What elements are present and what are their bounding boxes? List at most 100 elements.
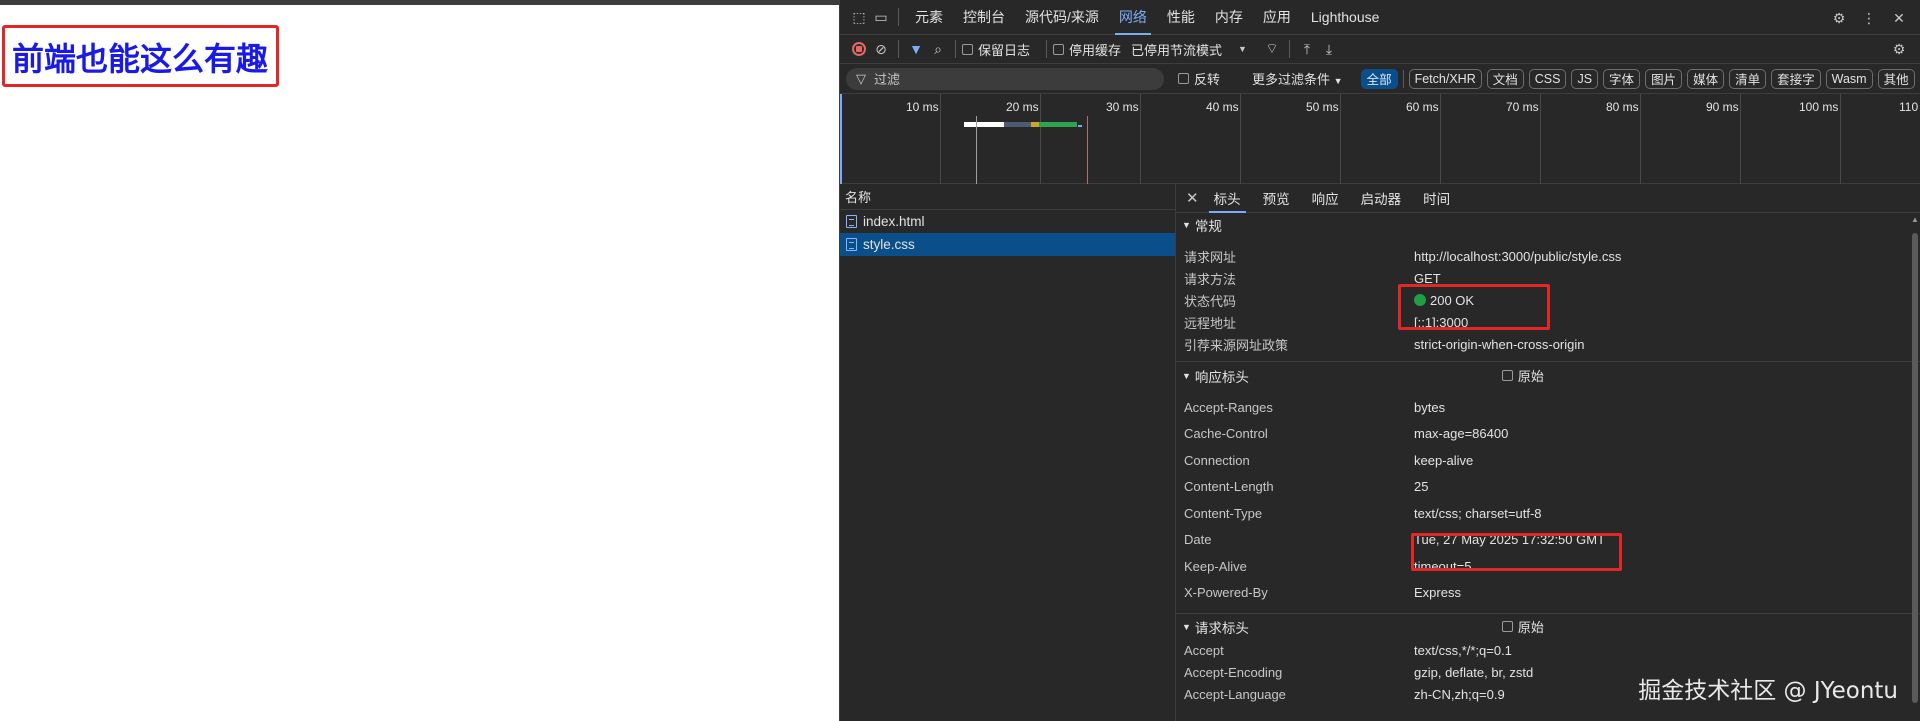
watermark-text: 掘金技术社区 @ JYeontu bbox=[1638, 678, 1898, 704]
device-toolbar-icon[interactable]: ▭ bbox=[870, 6, 892, 28]
tab-preview[interactable]: 预览 bbox=[1252, 184, 1301, 213]
timeline-gridline bbox=[1840, 94, 1841, 184]
header-key: 引荐来源网址政策 bbox=[1184, 337, 1289, 353]
header-key: X-Powered-By bbox=[1184, 585, 1268, 601]
raw-checkbox[interactable]: 原始 bbox=[1501, 617, 1544, 636]
request-row-index-html[interactable]: index.html bbox=[840, 210, 1175, 233]
chip-socket[interactable]: 套接字 bbox=[1771, 68, 1821, 89]
header-key: 请求方法 bbox=[1184, 271, 1237, 287]
raw-checkbox[interactable]: 原始 bbox=[1501, 366, 1544, 385]
tab-timing[interactable]: 时间 bbox=[1412, 184, 1461, 213]
throttling-select[interactable]: 已停用节流模式 bbox=[1131, 40, 1222, 59]
header-key: Accept-Encoding bbox=[1184, 664, 1283, 680]
chip-img[interactable]: 图片 bbox=[1645, 68, 1683, 89]
request-name: style.css bbox=[863, 237, 915, 252]
chip-js[interactable]: JS bbox=[1571, 68, 1599, 89]
name-column-header[interactable]: 名称 bbox=[840, 184, 1175, 210]
import-har-icon[interactable]: ⤒ bbox=[1296, 38, 1318, 60]
header-key: Connection bbox=[1184, 452, 1250, 468]
section-response-headers[interactable]: ▼ 响应标头 原始 bbox=[1176, 361, 1920, 389]
checkbox-box bbox=[1501, 621, 1513, 632]
chevron-down-icon[interactable]: ▼ bbox=[1238, 44, 1247, 54]
more-filters-dropdown[interactable]: 更多过滤条件 ▼ bbox=[1252, 69, 1343, 88]
chip-doc[interactable]: 文档 bbox=[1486, 68, 1524, 89]
chip-wasm[interactable]: Wasm bbox=[1825, 68, 1873, 89]
record-icon bbox=[852, 42, 866, 56]
tab-headers[interactable]: 标头 bbox=[1203, 184, 1252, 213]
overview-window-left-handle[interactable] bbox=[840, 94, 842, 184]
network-settings-icon[interactable]: ⚙ bbox=[1888, 38, 1910, 60]
disable-cache-label: 停用缓存 bbox=[1069, 42, 1122, 58]
header-row: Accept-Ranges bytes bbox=[1176, 394, 1920, 421]
timeline-gridline bbox=[1340, 94, 1341, 184]
checkbox-box bbox=[962, 43, 973, 55]
close-devtools-icon[interactable]: ✕ bbox=[1888, 7, 1910, 29]
header-value: zh-CN,zh;q=0.9 bbox=[1414, 686, 1505, 702]
divider bbox=[1046, 40, 1048, 58]
details-tabs: ✕ 标头 预览 响应 启动器 时间 bbox=[1176, 184, 1920, 213]
tab-response[interactable]: 响应 bbox=[1301, 184, 1350, 213]
filter-funnel-icon[interactable]: ▼ bbox=[905, 38, 927, 60]
section-general[interactable]: ▼ 常规 bbox=[1176, 213, 1920, 237]
chip-manifest[interactable]: 清单 bbox=[1729, 68, 1767, 89]
clear-log-icon[interactable]: ⊘ bbox=[870, 38, 892, 60]
tab-memory[interactable]: 内存 bbox=[1205, 0, 1253, 35]
chip-fetch-xhr[interactable]: Fetch/XHR bbox=[1408, 68, 1482, 89]
invert-checkbox[interactable]: 反转 bbox=[1178, 69, 1220, 88]
tick-label: 70 ms bbox=[1506, 100, 1539, 114]
more-options-icon[interactable]: ⋮ bbox=[1858, 7, 1880, 29]
date-highlight-box bbox=[1411, 533, 1622, 571]
status-highlight-box bbox=[1398, 284, 1550, 330]
header-value: text/css,*/*;q=0.1 bbox=[1414, 642, 1512, 658]
expand-triangle-icon: ▼ bbox=[1182, 220, 1191, 230]
timeline-gridline bbox=[1240, 94, 1241, 184]
header-key: Keep-Alive bbox=[1184, 558, 1247, 574]
header-key: Content-Type bbox=[1184, 505, 1263, 521]
disable-cache-checkbox[interactable]: 停用缓存 bbox=[1053, 40, 1121, 59]
chip-media[interactable]: 媒体 bbox=[1687, 68, 1725, 89]
inspect-element-icon[interactable]: ⬚ bbox=[848, 6, 870, 28]
expand-triangle-icon: ▼ bbox=[1182, 370, 1191, 381]
tab-elements[interactable]: 元素 bbox=[905, 0, 953, 35]
settings-gear-icon[interactable]: ⚙ bbox=[1828, 7, 1850, 29]
tab-initiator[interactable]: 启动器 bbox=[1350, 184, 1413, 213]
stylesheet-icon bbox=[846, 238, 857, 251]
section-request-headers[interactable]: ▼ 请求标头 原始 bbox=[1176, 613, 1920, 639]
divider bbox=[898, 40, 899, 58]
divider bbox=[898, 8, 899, 26]
filter-input[interactable]: ▽ 过滤 bbox=[846, 67, 1164, 90]
close-details-icon[interactable]: ✕ bbox=[1186, 189, 1199, 207]
export-har-icon[interactable]: ⤓ bbox=[1318, 38, 1340, 60]
request-row-style-css[interactable]: style.css bbox=[840, 233, 1175, 256]
scroll-up-arrow-icon[interactable]: ▲ bbox=[1911, 215, 1919, 224]
chip-all[interactable]: 全部 bbox=[1360, 68, 1398, 89]
filter-icon: ▽ bbox=[856, 70, 866, 86]
tab-lighthouse[interactable]: Lighthouse bbox=[1301, 0, 1390, 35]
scrollbar-thumb[interactable] bbox=[1912, 233, 1918, 703]
tab-sources[interactable]: 源代码/来源 bbox=[1015, 0, 1109, 35]
header-key: 远程地址 bbox=[1184, 315, 1237, 331]
preserve-log-checkbox[interactable]: 保留日志 bbox=[962, 40, 1030, 59]
network-overview-timeline[interactable]: 10 ms 20 ms 30 ms 40 ms 50 ms 60 ms 70 m… bbox=[840, 94, 1920, 184]
details-scrollbar[interactable]: ▲ bbox=[1909, 213, 1920, 721]
chevron-down-icon: ▼ bbox=[1333, 76, 1343, 86]
invert-label: 反转 bbox=[1194, 72, 1221, 87]
tab-performance[interactable]: 性能 bbox=[1157, 0, 1205, 35]
tab-application[interactable]: 应用 bbox=[1253, 0, 1301, 35]
stop-recording-button[interactable] bbox=[848, 38, 870, 60]
checkbox-box bbox=[1053, 43, 1065, 55]
tab-network[interactable]: 网络 bbox=[1109, 0, 1157, 35]
tab-console[interactable]: 控制台 bbox=[953, 0, 1015, 35]
tick-label: 20 ms bbox=[1006, 100, 1039, 114]
header-value: 25 bbox=[1414, 479, 1429, 495]
checkbox-box bbox=[1178, 73, 1189, 84]
header-row: Connection keep-alive bbox=[1176, 447, 1920, 474]
waterfall-bar-index bbox=[964, 122, 1004, 127]
raw-label: 原始 bbox=[1517, 369, 1544, 384]
chip-other[interactable]: 其他 bbox=[1877, 68, 1915, 89]
chip-font[interactable]: 字体 bbox=[1603, 68, 1641, 89]
network-conditions-icon[interactable]: ⌔ bbox=[1261, 38, 1283, 60]
chip-css[interactable]: CSS bbox=[1528, 68, 1567, 89]
header-value: gzip, deflate, br, zstd bbox=[1414, 664, 1534, 680]
search-icon[interactable]: ⌕ bbox=[927, 38, 949, 60]
